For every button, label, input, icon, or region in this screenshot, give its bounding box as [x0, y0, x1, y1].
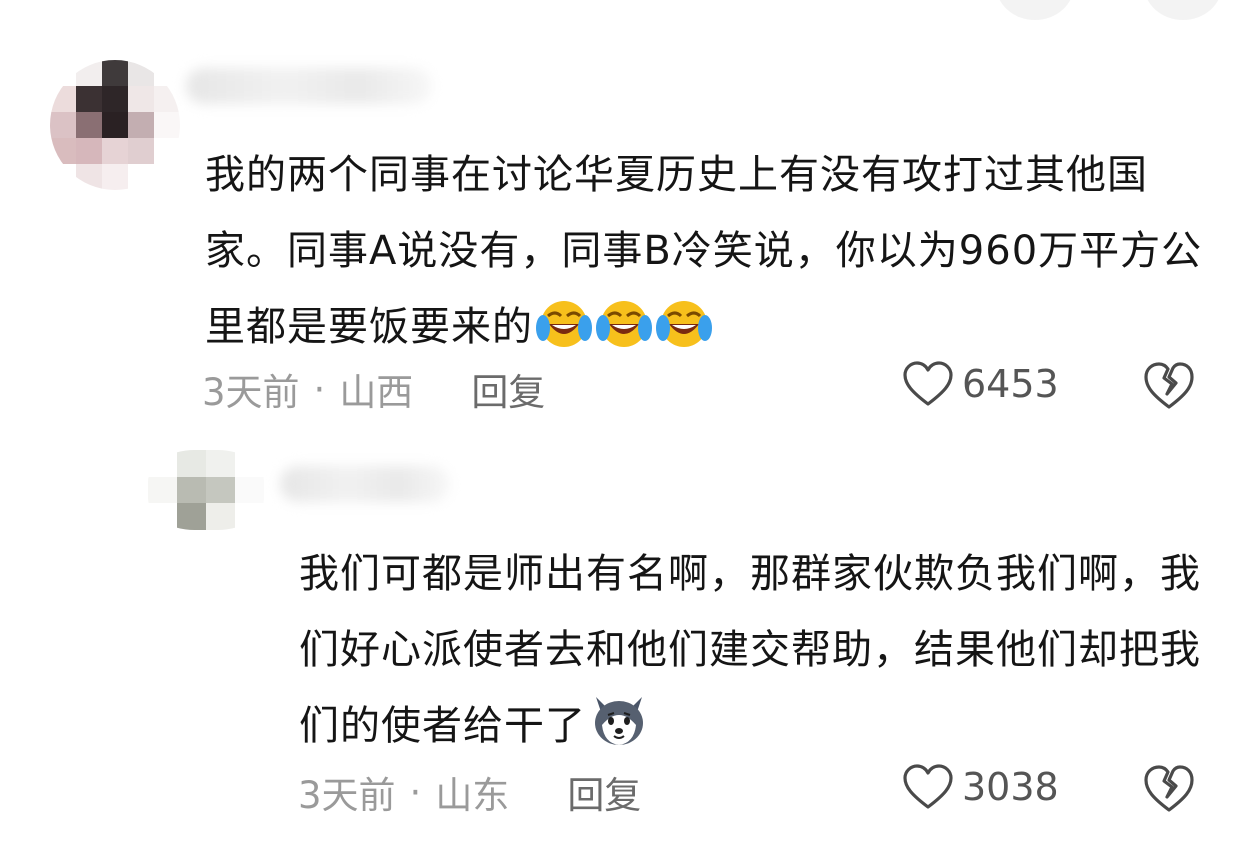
- comment-time: 3天前: [202, 371, 300, 414]
- meta-separator: ·: [313, 367, 326, 411]
- username[interactable]: [280, 466, 450, 502]
- comment-meta: 3天前 · 山西 回复: [202, 362, 545, 416]
- heart-outline-icon: [903, 361, 953, 406]
- meta-separator: ·: [409, 770, 422, 814]
- reply-button[interactable]: 回复: [471, 362, 545, 416]
- like-button[interactable]: 3038: [902, 763, 1059, 811]
- heart-outline-icon: [903, 764, 953, 809]
- comment-location: 山西: [339, 371, 414, 414]
- comment-meta: 3天前 · 山东 回复: [298, 765, 641, 819]
- husky-dog-emoji: [588, 691, 650, 774]
- username[interactable]: [186, 68, 432, 104]
- comment-thread: 我的两个同事在讨论华夏历史上有没有攻打过其他国家。同事A说没有，同事B冷笑说，你…: [0, 0, 1260, 858]
- like-button[interactable]: 6453: [902, 360, 1059, 408]
- reply-button[interactable]: 回复: [567, 765, 641, 819]
- like-count: 3038: [962, 765, 1059, 809]
- comment-time: 3天前: [298, 774, 396, 817]
- top-action-button[interactable]: [1144, 0, 1222, 20]
- like-count: 6453: [962, 362, 1059, 406]
- laughing-crying-emoji: [655, 296, 713, 375]
- comment-location: 山东: [435, 774, 510, 817]
- laughing-crying-emoji: [595, 296, 653, 375]
- avatar[interactable]: [148, 450, 264, 530]
- comment-body: 我们可都是师出有名啊，那群家伙欺负我们啊，我们好心派使者去和他们建交帮助，结果他…: [299, 551, 1201, 749]
- comment-text: 我的两个同事在讨论华夏历史上有没有攻打过其他国家。同事A说没有，同事B冷笑说，你…: [205, 137, 1215, 375]
- broken-heart-icon: [1144, 765, 1194, 812]
- top-action-button[interactable]: [996, 0, 1074, 20]
- dislike-button[interactable]: [1142, 763, 1196, 815]
- broken-heart-icon: [1144, 362, 1194, 409]
- dislike-button[interactable]: [1142, 360, 1196, 412]
- comment-text: 我们可都是师出有名啊，那群家伙欺负我们啊，我们好心派使者去和他们建交帮助，结果他…: [299, 536, 1214, 774]
- avatar[interactable]: [50, 60, 180, 190]
